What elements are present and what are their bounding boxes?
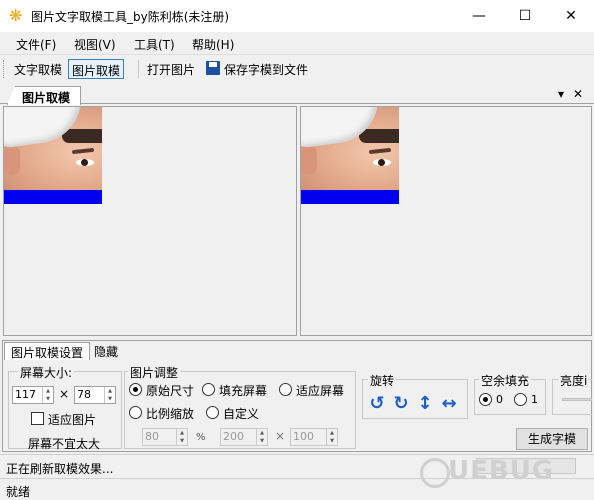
toolbar-separator (138, 60, 139, 78)
screen-size-label: 屏幕大小: (18, 364, 75, 381)
brightness-label: 亮度i (558, 372, 590, 389)
floppy-disk-icon[interactable] (206, 61, 220, 75)
flip-vertical-icon[interactable]: ↕ (415, 394, 435, 414)
toolbar: 文字取模 图片取模 打开图片 保存字模到文件 (0, 54, 594, 82)
rotate-label: 旋转 (368, 372, 397, 389)
text-mode-button[interactable]: 文字取模 (11, 59, 65, 79)
screen-height-input[interactable]: 78 ▲ ▼ (74, 386, 116, 404)
screen-width-input[interactable]: 117 ▲ ▼ (12, 386, 54, 404)
minimize-button[interactable]: — (456, 0, 502, 32)
times-sign: × (275, 429, 286, 443)
rotate-cw-icon[interactable]: ↻ (391, 394, 411, 414)
custom-height-input[interactable]: 100 ▲ ▼ (290, 428, 338, 446)
fill-1-label[interactable]: 1 (531, 393, 538, 406)
menu-view[interactable]: 视图(V) (74, 36, 116, 53)
fill-screen-radio[interactable] (202, 383, 215, 396)
menu-tools[interactable]: 工具(T) (134, 36, 175, 53)
scale-percent-input[interactable]: 80 ▲ ▼ (142, 428, 188, 446)
source-image-pane (3, 106, 297, 336)
tab-image-mode[interactable]: 图片取模 (7, 86, 82, 105)
fit-image-checkbox[interactable] (31, 412, 44, 425)
fit-image-label[interactable]: 适应图片 (48, 411, 96, 428)
flip-horizontal-icon[interactable]: ↔ (439, 394, 459, 414)
fit-screen-radio[interactable] (279, 383, 292, 396)
menu-help[interactable]: 帮助(H) (192, 36, 234, 53)
status-progress-text: 正在刷新取模效果... (6, 462, 114, 476)
window-title: 图片文字取模工具_by陈利栋(未注册) (31, 10, 230, 24)
percent-sign: % (196, 432, 206, 443)
toolbar-grip[interactable] (3, 60, 6, 78)
app-logo-icon: ❋ (9, 6, 23, 25)
watermark: UEBUG (448, 456, 555, 486)
tab-close-icon[interactable]: ✕ (573, 87, 583, 101)
generate-font-button[interactable]: 生成字模 (516, 428, 588, 450)
spinner-arrows-icon[interactable]: ▲ ▼ (42, 387, 53, 403)
watermark-logo-icon (420, 458, 450, 488)
spinner-arrows-icon[interactable]: ▲ ▼ (256, 429, 267, 445)
document-tab-strip (0, 84, 594, 104)
image-mode-button[interactable]: 图片取模 (68, 59, 125, 79)
brightness-slider[interactable] (562, 398, 592, 401)
tab-image-settings[interactable]: 图片取模设置 (4, 342, 91, 360)
image-adjust-label: 图片调整 (128, 364, 181, 381)
original-size-radio[interactable] (129, 383, 142, 396)
custom-radio[interactable] (206, 406, 219, 419)
spinner-arrows-icon[interactable]: ▲ ▼ (104, 387, 115, 403)
preview-image (301, 107, 399, 204)
close-button[interactable]: ✕ (548, 0, 594, 32)
rotate-ccw-icon[interactable]: ↺ (367, 394, 387, 414)
fill-0-label[interactable]: 0 (496, 393, 503, 406)
preview-image-pane (300, 106, 592, 336)
custom-width-input[interactable]: 200 ▲ ▼ (220, 428, 268, 446)
fill-label: 空余填充 (479, 372, 532, 389)
title-bar: ❋ 图片文字取模工具_by陈利栋(未注册) — ☐ ✕ (0, 0, 594, 32)
times-sign: × (59, 387, 70, 401)
original-size-label[interactable]: 原始尺寸 (146, 382, 194, 399)
fit-screen-label[interactable]: 适应屏幕 (296, 382, 344, 399)
open-image-button[interactable]: 打开图片 (144, 59, 198, 79)
menu-bar: 文件(F) 视图(V) 工具(T) 帮助(H) (0, 32, 594, 54)
menu-file[interactable]: 文件(F) (16, 36, 56, 53)
scale-label[interactable]: 比例缩放 (146, 405, 194, 422)
scale-radio[interactable] (129, 406, 142, 419)
spinner-arrows-icon[interactable]: ▲ ▼ (176, 429, 187, 445)
status-ready-text: 就绪 (6, 485, 31, 499)
fill-1-radio[interactable] (514, 393, 527, 406)
fill-0-radio[interactable] (479, 393, 492, 406)
save-to-file-button[interactable]: 保存字模到文件 (221, 59, 311, 79)
spinner-arrows-icon[interactable]: ▲ ▼ (326, 429, 337, 445)
tab-hide[interactable]: 隐藏 (88, 342, 124, 360)
screen-size-warning: 屏幕不宜太大 (28, 437, 101, 451)
maximize-button[interactable]: ☐ (502, 0, 548, 32)
tab-dropdown-icon[interactable]: ▾ (558, 87, 564, 101)
source-image (4, 107, 102, 204)
fill-screen-label[interactable]: 填充屏幕 (219, 382, 267, 399)
custom-label[interactable]: 自定义 (223, 405, 259, 422)
